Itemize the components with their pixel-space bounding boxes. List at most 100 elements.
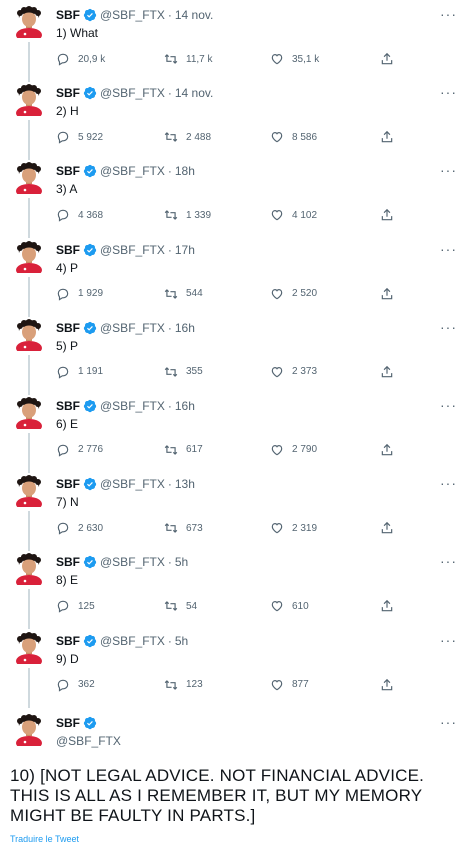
like-button[interactable]: 8 586 — [270, 130, 317, 144]
reply-button[interactable]: 2 630 — [56, 521, 103, 535]
tweet-9[interactable]: SBF @SBF_FTX · 5h ··· 9) D 362 123 877 — [0, 626, 471, 708]
reply-button[interactable]: 2 776 — [56, 443, 103, 457]
tweet-timestamp[interactable]: 16h — [175, 399, 195, 413]
more-icon[interactable]: ··· — [440, 319, 457, 335]
like-button[interactable]: 2 520 — [270, 287, 317, 301]
retweet-button[interactable]: 617 — [164, 443, 203, 457]
author-handle[interactable]: @SBF_FTX — [100, 634, 165, 648]
avatar[interactable] — [14, 396, 44, 429]
like-button[interactable]: 4 102 — [270, 208, 317, 222]
retweet-button[interactable]: 544 — [164, 287, 203, 301]
like-button[interactable]: 877 — [270, 678, 309, 692]
author-name[interactable]: SBF — [56, 477, 80, 491]
more-icon[interactable]: ··· — [440, 397, 457, 413]
tweet-6[interactable]: SBF @SBF_FTX · 16h ··· 6) E 2 776 617 2 … — [0, 391, 471, 473]
more-icon[interactable]: ··· — [440, 714, 457, 730]
author-handle[interactable]: @SBF_FTX — [100, 86, 165, 100]
author-name[interactable]: SBF — [56, 321, 80, 335]
retweet-button[interactable]: 54 — [164, 599, 197, 613]
avatar[interactable] — [14, 475, 44, 508]
tweet-7[interactable]: SBF @SBF_FTX · 13h ··· 7) N 2 630 673 2 … — [0, 469, 471, 552]
author-name[interactable]: SBF — [56, 243, 80, 257]
author-handle[interactable]: @SBF_FTX — [100, 243, 165, 257]
author-name[interactable]: SBF — [56, 8, 80, 22]
verified-badge-icon — [83, 634, 97, 647]
more-icon[interactable]: ··· — [440, 162, 457, 178]
tweet-2[interactable]: SBF @SBF_FTX · 14 nov. ··· 2) H 5 922 2 … — [0, 78, 471, 161]
avatar-column — [14, 714, 44, 746]
share-button[interactable] — [380, 443, 402, 457]
tweet-timestamp[interactable]: 5h — [175, 555, 188, 569]
avatar[interactable] — [14, 162, 44, 195]
thread-line — [28, 589, 30, 630]
share-button[interactable] — [380, 599, 402, 613]
tweet-timestamp[interactable]: 13h — [175, 477, 195, 491]
reply-button[interactable]: 20,9 k — [56, 52, 105, 66]
share-button[interactable] — [380, 521, 402, 535]
avatar[interactable] — [14, 84, 44, 117]
reply-button[interactable]: 362 — [56, 678, 95, 692]
tweet-5[interactable]: SBF @SBF_FTX · 16h ··· 5) P 1 191 355 2 … — [0, 313, 471, 395]
author-handle[interactable]: @SBF_FTX — [100, 164, 165, 178]
share-button[interactable] — [380, 208, 402, 222]
like-button[interactable]: 2 319 — [270, 521, 317, 535]
more-icon[interactable]: ··· — [440, 84, 457, 100]
more-icon[interactable]: ··· — [440, 475, 457, 491]
share-button[interactable] — [380, 130, 402, 144]
like-button[interactable]: 2 790 — [270, 443, 317, 457]
tweet-timestamp[interactable]: 18h — [175, 164, 195, 178]
reply-button[interactable]: 5 922 — [56, 130, 103, 144]
reply-button[interactable]: 125 — [56, 599, 95, 613]
retweet-button[interactable]: 673 — [164, 521, 203, 535]
avatar[interactable] — [14, 631, 44, 664]
avatar[interactable] — [14, 240, 44, 273]
author-handle[interactable]: @SBF_FTX — [56, 734, 121, 748]
retweet-button[interactable]: 2 488 — [164, 130, 211, 144]
tweet-4[interactable]: SBF @SBF_FTX · 17h ··· 4) P 1 929 544 2 … — [0, 235, 471, 317]
tweet-timestamp[interactable]: 16h — [175, 321, 195, 335]
author-name[interactable]: SBF — [56, 555, 80, 569]
translate-tweet-link[interactable]: Traduire le Tweet — [10, 834, 79, 844]
retweet-button[interactable]: 123 — [164, 678, 203, 692]
retweet-button[interactable]: 355 — [164, 365, 203, 379]
author-name[interactable]: SBF — [56, 164, 80, 178]
tweet-timestamp[interactable]: 14 nov. — [175, 8, 213, 22]
avatar[interactable] — [14, 318, 44, 351]
avatar[interactable] — [14, 553, 44, 586]
tweet-timestamp[interactable]: 14 nov. — [175, 86, 213, 100]
reply-button[interactable]: 1 929 — [56, 287, 103, 301]
retweet-button[interactable]: 11,7 k — [164, 52, 213, 66]
tweet-3[interactable]: SBF @SBF_FTX · 18h ··· 3) A 4 368 1 339 … — [0, 156, 471, 239]
share-button[interactable] — [380, 365, 402, 379]
separator-dot: · — [167, 398, 172, 413]
like-button[interactable]: 35,1 k — [270, 52, 319, 66]
more-icon[interactable]: ··· — [440, 6, 457, 22]
tweet-1[interactable]: SBF @SBF_FTX · 14 nov. ··· 1) What 20,9 … — [0, 0, 471, 82]
author-handle[interactable]: @SBF_FTX — [100, 477, 165, 491]
reply-count: 362 — [78, 679, 95, 690]
avatar[interactable] — [14, 6, 44, 38]
more-icon[interactable]: ··· — [440, 632, 457, 648]
author-name[interactable]: SBF — [56, 634, 80, 648]
author-handle[interactable]: @SBF_FTX — [100, 321, 165, 335]
more-icon[interactable]: ··· — [440, 553, 457, 569]
author-handle[interactable]: @SBF_FTX — [100, 399, 165, 413]
like-button[interactable]: 610 — [270, 599, 309, 613]
share-button[interactable] — [380, 52, 402, 66]
retweet-button[interactable]: 1 339 — [164, 208, 211, 222]
author-handle[interactable]: @SBF_FTX — [100, 8, 165, 22]
share-button[interactable] — [380, 678, 402, 692]
avatar[interactable] — [14, 714, 44, 746]
tweet-8[interactable]: SBF @SBF_FTX · 5h ··· 8) E 125 54 610 — [0, 547, 471, 630]
like-button[interactable]: 2 373 — [270, 365, 317, 379]
reply-button[interactable]: 1 191 — [56, 365, 103, 379]
reply-button[interactable]: 4 368 — [56, 208, 103, 222]
share-button[interactable] — [380, 287, 402, 301]
tweet-timestamp[interactable]: 17h — [175, 243, 195, 257]
more-icon[interactable]: ··· — [440, 241, 457, 257]
author-name[interactable]: SBF — [56, 399, 80, 413]
author-name[interactable]: SBF — [56, 86, 80, 100]
author-handle[interactable]: @SBF_FTX — [100, 555, 165, 569]
author-name[interactable]: SBF — [56, 716, 80, 730]
tweet-timestamp[interactable]: 5h — [175, 634, 188, 648]
